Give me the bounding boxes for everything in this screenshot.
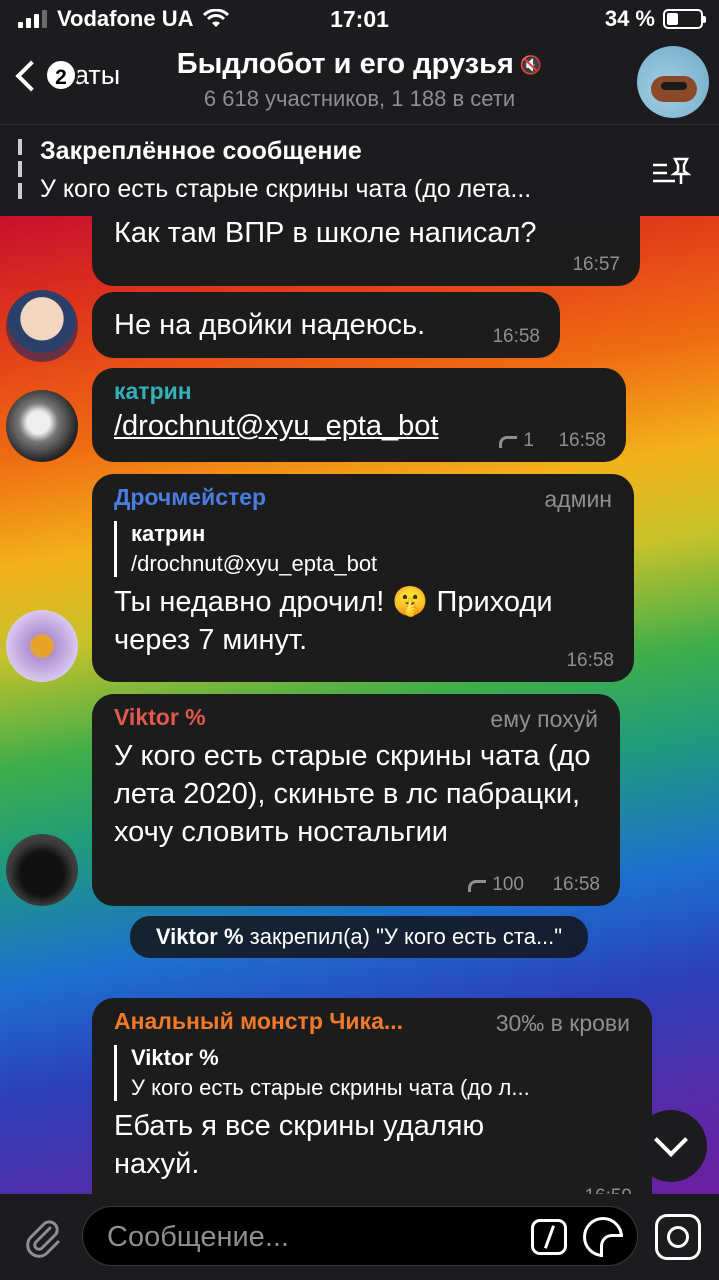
quote-text: /drochnut@xyu_epta_bot [131, 551, 378, 576]
message-bubble[interactable]: Не на двойки надеюсь. 16:58 [92, 292, 560, 358]
reply-count-value: 1 [523, 430, 534, 451]
scroll-to-bottom-button[interactable] [635, 1110, 707, 1182]
service-actor: Viktor % [155, 924, 244, 949]
message-time: 16:58 [566, 650, 614, 671]
battery-percent: 34 % [604, 6, 655, 31]
chat-avatar[interactable] [637, 46, 709, 118]
sender-avatar[interactable] [6, 834, 78, 906]
message-bubble[interactable]: Дрочмейстер админ катрин /drochnut@xyu_e… [92, 474, 634, 682]
reply-count-value: 100 [492, 874, 524, 895]
sender-name[interactable]: катрин [114, 378, 604, 405]
message-time: 16:58 [492, 326, 540, 347]
service-message[interactable]: Viktor % закрепил(а) "У кого есть ста...… [130, 916, 588, 958]
message-input-bar [0, 1194, 719, 1280]
command-icon[interactable] [531, 1219, 567, 1255]
message-time: 16:58 [558, 430, 606, 451]
sender-role: админ [544, 486, 612, 512]
reply-quote[interactable]: катрин /drochnut@xyu_epta_bot [114, 521, 612, 577]
chat-header: Чаты 2 Быдлобот и его друзья 🔇 6 618 учас… [0, 40, 719, 124]
sender-avatar[interactable] [6, 290, 78, 362]
sender-role: 30‰ в крови [495, 1010, 630, 1036]
status-bar: Vodafone UA 17:01 34 % [0, 0, 719, 40]
sender-avatar[interactable] [6, 390, 78, 462]
chevron-down-icon [654, 1123, 688, 1157]
mute-icon: 🔇 [519, 54, 543, 75]
quote-name: катрин [131, 521, 206, 546]
reply-count[interactable]: 1 [499, 430, 534, 452]
sender-name[interactable]: Дрочмейстер [114, 484, 612, 511]
message-bubble[interactable]: Viktor % ему похуй У кого есть старые ск… [92, 694, 620, 906]
pinned-message-bar[interactable]: Закреплённое сообщение У кого есть стары… [0, 124, 719, 216]
reply-quote[interactable]: Viktor % У кого есть старые скрины чата … [114, 1045, 630, 1101]
message-bubble[interactable]: Как там ВПР в школе написал? 16:57 [92, 216, 640, 286]
sender-avatar[interactable] [6, 610, 78, 682]
message-bubble[interactable]: катрин /drochnut@xyu_epta_bot 1 16:58 [92, 368, 626, 462]
status-right: 34 % [604, 6, 706, 32]
pinned-indicator [18, 139, 22, 203]
message-time: 16:59 [584, 1186, 632, 1194]
message-text: Не на двойки надеюсь. [114, 309, 426, 341]
reply-arrow-icon [468, 880, 487, 892]
pinned-text: У кого есть старые скрины чата (до лета.… [40, 175, 532, 203]
message-time: 16:57 [572, 254, 620, 275]
message-text: Ты недавно дрочил! 🤫 Приходи через 7 мин… [114, 586, 553, 656]
message-field[interactable] [82, 1206, 638, 1266]
quote-text: У кого есть старые скрины чата (до л... [131, 1075, 530, 1100]
message-input[interactable] [107, 1219, 487, 1255]
reply-count[interactable]: 100 [468, 874, 524, 896]
chat-subtitle: 6 618 участников, 1 188 в сети [203, 86, 516, 111]
pinned-title: Закреплённое сообщение [40, 137, 362, 165]
reply-arrow-icon [499, 436, 518, 448]
battery-level [667, 13, 678, 25]
quote-name: Viktor % [131, 1045, 219, 1070]
chat-title-text: Быдлобот и его друзья [176, 48, 514, 80]
message-time: 16:58 [552, 874, 600, 895]
paperclip-icon[interactable] [20, 1214, 64, 1258]
chat-title[interactable]: Быдлобот и его друзья 🔇 [0, 48, 719, 81]
avatar-detail [661, 82, 687, 90]
battery-icon [663, 9, 706, 29]
pin-list-icon[interactable] [651, 155, 691, 189]
message-text: Как там ВПР в школе написал? [114, 217, 537, 249]
message-text: Ебать я все скрины удаляю нахуй. [114, 1110, 485, 1180]
sender-role: ему похуй [490, 706, 598, 732]
message-bubble[interactable]: Анальный монстр Чика... 30‰ в крови Vikt… [92, 998, 652, 1194]
message-list[interactable]: Как там ВПР в школе написал? 16:57 Не на… [0, 216, 719, 1194]
service-action: закрепил(а) "У кого есть ста..." [243, 924, 563, 949]
camera-icon[interactable] [655, 1214, 701, 1260]
sticker-icon[interactable] [583, 1217, 623, 1257]
message-text: У кого есть старые скрины чата (до лета … [114, 740, 591, 848]
